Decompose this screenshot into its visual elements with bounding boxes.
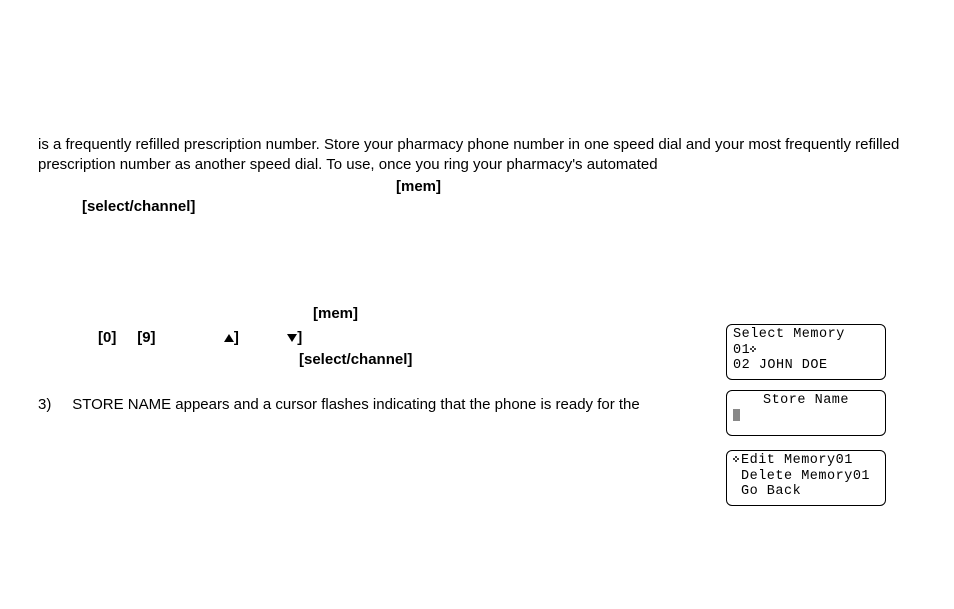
key-mem-2: [mem] <box>313 304 358 324</box>
lcd-store-name: Store Name <box>726 390 886 436</box>
cursor-pointer-icon <box>750 345 756 353</box>
triangle-up-icon <box>224 334 234 342</box>
menu-pointer-icon <box>733 455 739 463</box>
key-9: [9] <box>137 329 155 346</box>
bracket-1: ] <box>234 329 239 346</box>
text-cursor-icon <box>733 409 740 421</box>
lcd3-row2: Delete Memory01 <box>733 469 879 485</box>
step3-row: 3) STORE NAME appears and a cursor flash… <box>38 395 828 415</box>
key-select-channel-1: [select/channel] <box>82 197 195 217</box>
triangle-down-icon <box>287 334 297 342</box>
lcd2-title: Store Name <box>733 393 879 409</box>
lcd-edit-menu: Edit Memory01 Delete Memory01 Go Back <box>726 450 886 506</box>
key-select-channel-2: [select/channel] <box>299 350 412 370</box>
lcd3-row1: Edit Memory01 <box>733 453 879 469</box>
intro-paragraph: is a frequently refilled prescription nu… <box>38 135 908 176</box>
page: is a frequently refilled prescription nu… <box>0 0 954 609</box>
key-mem-1: [mem] <box>396 177 441 197</box>
step3-text: STORE NAME appears and a cursor flashes … <box>72 396 640 413</box>
lcd1-row1: 01 <box>733 343 879 359</box>
step2-keys-row: [0] [9] ] ] <box>98 328 302 348</box>
lcd3-row3: Go Back <box>733 484 879 500</box>
lcd2-input-row <box>733 409 879 425</box>
lcd1-row2: 02 JOHN DOE <box>733 358 879 374</box>
bracket-2: ] <box>297 329 302 346</box>
lcd1-title: Select Memory <box>733 327 879 343</box>
step3-number: 3) <box>38 396 51 413</box>
lcd-select-memory: Select Memory 01 02 JOHN DOE <box>726 324 886 380</box>
key-0: [0] <box>98 329 116 346</box>
intro-text-1: is a frequently refilled prescription nu… <box>38 136 785 153</box>
